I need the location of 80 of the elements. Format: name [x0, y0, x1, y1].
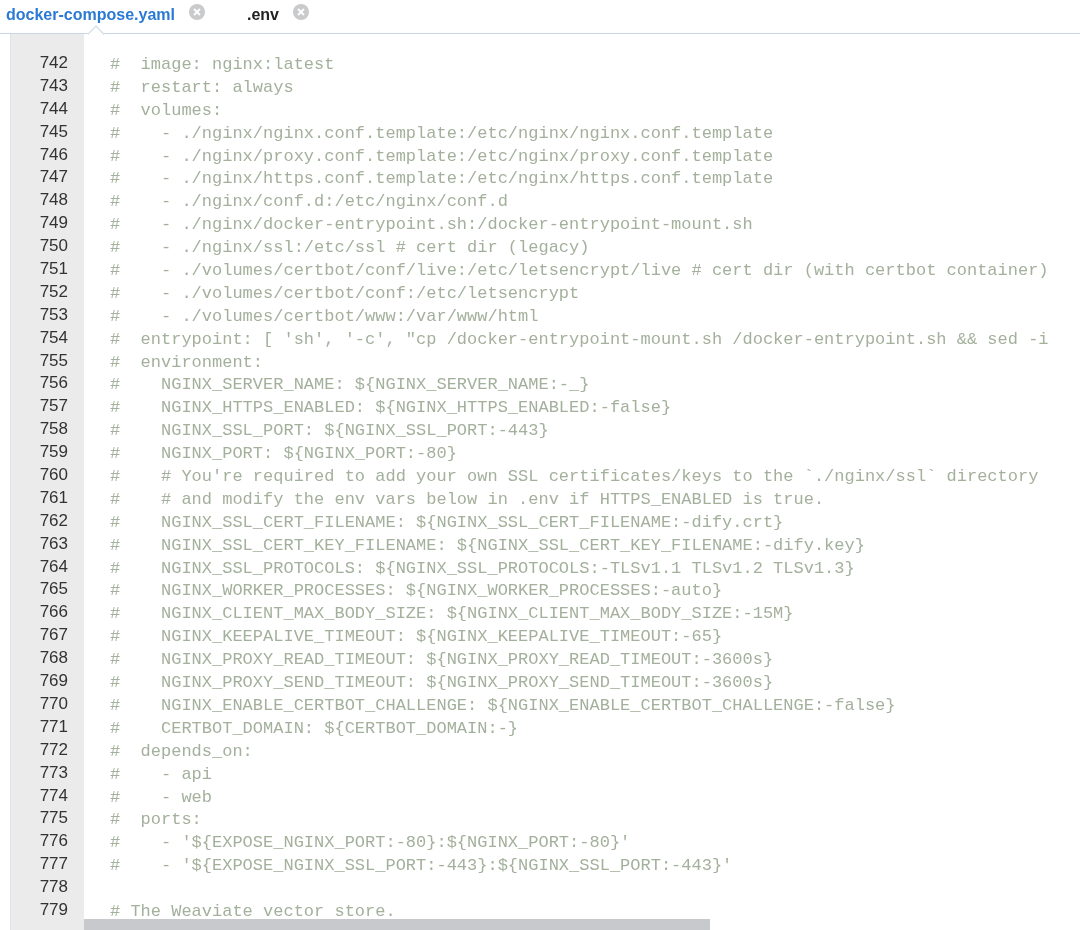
line-number: 777: [38, 853, 69, 876]
code-line: # entrypoint: [ 'sh', '-c', "cp /docker-entrypoint-mount.sh /docker-entrypoint.sh && sed -i: [110, 329, 1049, 349]
line-number: 749: [38, 212, 69, 235]
code-line: # # and modify the env vars below in .env if HTTPS_ENABLED is true.: [110, 489, 825, 509]
code-line: # volumes:: [110, 100, 223, 120]
line-number: 754: [38, 326, 69, 349]
line-number: 748: [38, 189, 69, 212]
code-line: # - ./volumes/certbot/www:/var/www/html: [110, 306, 539, 326]
close-icon[interactable]: [292, 4, 309, 20]
line-number: 751: [38, 258, 69, 280]
close-icon[interactable]: [188, 4, 205, 20]
line-number: 752: [38, 280, 69, 303]
line-number: 769: [38, 670, 69, 693]
code-line: # ports:: [110, 810, 202, 830]
code-line: # NGINX_WORKER_PROCESSES: ${NGINX_WORKER_PROCESSES:-auto}: [110, 581, 723, 601]
code-line: # NGINX_PROXY_READ_TIMEOUT: ${NGINX_PROXY_READ_TIMEOUT:-3600s}: [110, 650, 774, 670]
code-line: # - ./nginx/conf.d:/etc/nginx/conf.d: [110, 192, 508, 212]
code-line: # depends_on:: [110, 741, 253, 761]
line-number: 761: [38, 486, 69, 509]
line-number: 767: [38, 624, 69, 647]
code-line: # environment:: [110, 352, 264, 372]
line-number: 763: [38, 532, 69, 555]
line-number: 765: [38, 578, 69, 601]
code-line: # - ./nginx/docker-entrypoint.sh:/docker-entrypoint-mount.sh: [110, 215, 753, 235]
code-line: # image: nginx:latest: [110, 55, 335, 74]
code-line: # The Weaviate vector store.: [110, 901, 396, 921]
code-line: # NGINX_CLIENT_MAX_BODY_SIZE: ${NGINX_CLIENT_MAX_BODY_SIZE:-15M}: [110, 604, 794, 624]
code-line: # NGINX_SSL_PORT: ${NGINX_SSL_PORT:-443}: [110, 421, 549, 441]
line-number: 743: [38, 74, 69, 97]
code-line: # - ./nginx/proxy.conf.template:/etc/nginx/proxy.conf.template: [110, 146, 774, 166]
line-number: 755: [38, 349, 69, 372]
code-line: # - ./nginx/nginx.conf.template:/etc/nginx/nginx.conf.template: [110, 123, 774, 143]
line-number: 750: [38, 235, 69, 258]
code-line: # - '${EXPOSE_NGINX_PORT:-80}:${NGINX_PORT:-80}': [110, 833, 631, 853]
code-line: # NGINX_SSL_CERT_KEY_FILENAME: ${NGINX_SSL_CERT_KEY_FILENAME:-dify.key}: [110, 535, 865, 555]
code-line: # - web: [110, 787, 213, 807]
line-number: 773: [38, 761, 69, 784]
line-number: 744: [38, 97, 69, 120]
code-line: # NGINX_ENABLE_CERTBOT_CHALLENGE: ${NGINX_ENABLE_CERTBOT_CHALLENGE:-false}: [110, 695, 896, 715]
line-number: 774: [38, 784, 69, 807]
code-line: # - ./volumes/certbot/conf/live:/etc/letsencrypt/live # cert dir (with certbot container): [110, 261, 1049, 280]
line-number: 776: [38, 830, 69, 853]
code-line: # - ./nginx/ssl:/etc/ssl # cert dir (legacy): [110, 238, 590, 258]
line-number: 757: [38, 395, 69, 418]
line-number: 772: [38, 738, 69, 761]
line-number: 778: [38, 876, 69, 899]
code-line: # - '${EXPOSE_NGINX_SSL_PORT:-443}:${NGINX_SSL_PORT:-443}': [110, 856, 733, 876]
line-number: 764: [38, 555, 69, 578]
code-line: # NGINX_PROXY_SEND_TIMEOUT: ${NGINX_PROXY_SEND_TIMEOUT:-3600s}: [110, 673, 774, 693]
line-number: 779: [38, 898, 69, 921]
line-number: 771: [38, 715, 69, 738]
code-line: # - ./volumes/certbot/conf:/etc/letsencrypt: [110, 283, 580, 303]
code-line: # NGINX_SERVER_NAME: ${NGINX_SERVER_NAME:-_}: [110, 375, 590, 395]
line-number: 766: [38, 601, 69, 624]
line-number: 742: [38, 52, 69, 74]
code-line: # NGINX_KEEPALIVE_TIMEOUT: ${NGINX_KEEPALIVE_TIMEOUT:-65}: [110, 627, 723, 647]
code-line: # NGINX_SSL_PROTOCOLS: ${NGINX_SSL_PROTOCOLS:-TLSv1.1 TLSv1.2 TLSv1.3}: [110, 558, 855, 578]
line-number: 768: [38, 647, 69, 670]
code-line: # NGINX_PORT: ${NGINX_PORT:-80}: [110, 444, 457, 464]
code-line: # # You're required to add your own SSL certificates/keys to the `./nginx/ssl` directory: [110, 467, 1039, 487]
code-line: # NGINX_HTTPS_ENABLED: ${NGINX_HTTPS_ENABLED:-false}: [110, 398, 672, 418]
line-number: 746: [38, 143, 69, 166]
code-line: # restart: always: [110, 77, 294, 97]
tab[interactable]: docker-compose.yaml: [6, 3, 175, 27]
line-number: 753: [38, 303, 69, 326]
code-line: # NGINX_SSL_CERT_FILENAME: ${NGINX_SSL_CERT_FILENAME:-dify.crt}: [110, 512, 784, 532]
tab[interactable]: .env: [226, 3, 279, 27]
line-number: 759: [38, 441, 69, 464]
line-number: 775: [38, 807, 69, 830]
line-number: 758: [38, 418, 69, 441]
line-number: 747: [38, 166, 69, 189]
line-number: 760: [38, 464, 69, 487]
code-line: # - api: [110, 764, 213, 784]
code-line: # CERTBOT_DOMAIN: ${CERTBOT_DOMAIN:-}: [110, 718, 519, 738]
code-line: # - ./nginx/https.conf.template:/etc/nginx/https.conf.template: [110, 169, 774, 189]
line-number: 762: [38, 509, 69, 532]
scrollbar-thumb[interactable]: [84, 919, 710, 930]
line-number: 745: [38, 120, 69, 143]
line-number: 770: [38, 692, 69, 715]
line-number: 756: [38, 372, 69, 395]
